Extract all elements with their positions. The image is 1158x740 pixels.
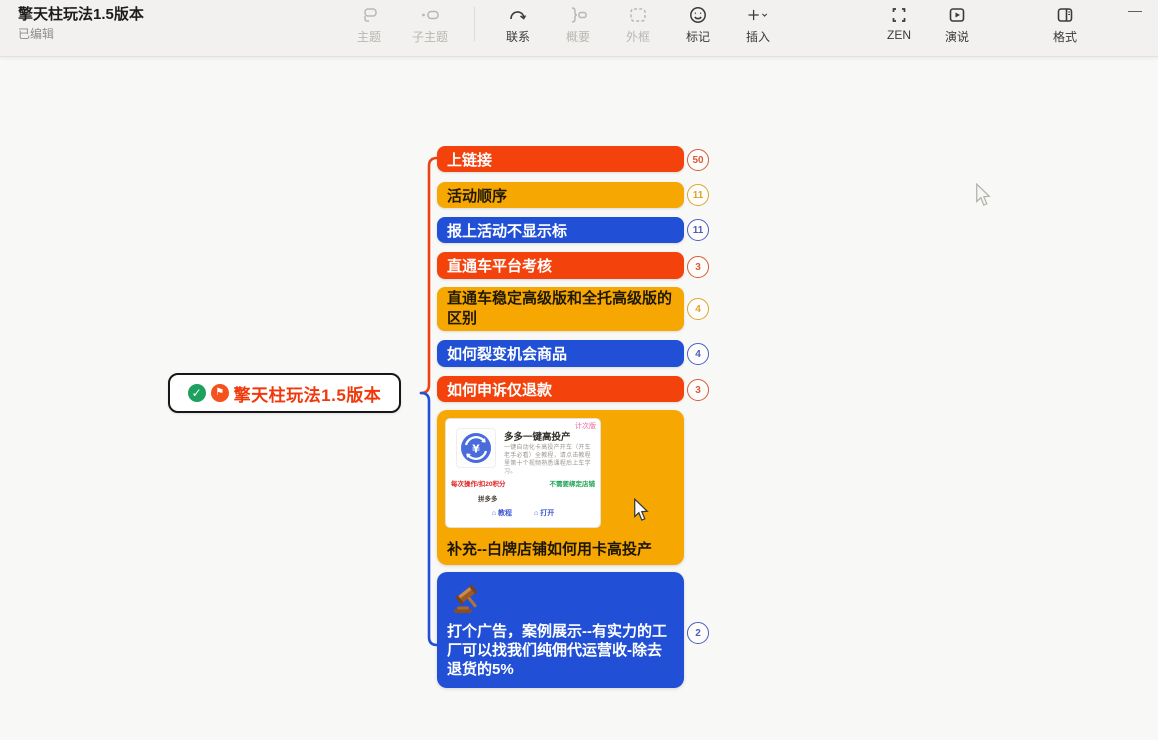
image-node-caption: 补充--白牌店铺如何用卡高投产 xyxy=(447,538,677,559)
toolbar-divider xyxy=(474,7,475,41)
flag-marker-icon[interactable]: ⚑ xyxy=(211,384,229,402)
toolbar-format-label: 格式 xyxy=(1053,28,1077,45)
embedded-image-card: 计次版 ¥ 多多一键高投产 一键自动化卡高投产开车（开车老手必看）全教程，请点击… xyxy=(445,418,601,528)
count-badge-1[interactable]: 50 xyxy=(687,149,709,171)
topic-node-2[interactable]: 活动顺序 xyxy=(437,182,684,208)
card-tag: 计次版 xyxy=(575,421,596,431)
toolbar-insert-button[interactable]: 插入 xyxy=(741,4,775,45)
app-logo-icon: ¥ xyxy=(456,428,496,468)
ad-node-text: 打个广告，案例展示--有实力的工厂可以找我们纯佣代运营收-除去退货的5% xyxy=(447,622,675,679)
toolbar-right: ZEN 演说 xyxy=(882,4,974,45)
topic-label: 直通车平台考核 xyxy=(447,255,552,276)
toolbar-topic-label: 主题 xyxy=(357,28,381,45)
document-title: 擎天柱玩法1.5版本 xyxy=(18,5,144,25)
present-icon xyxy=(946,4,968,26)
gavel-icon xyxy=(450,581,486,622)
subtopic-icon xyxy=(419,4,441,26)
check-marker-icon[interactable]: ✓ xyxy=(188,384,206,402)
topic-label: 如何裂变机会商品 xyxy=(447,343,567,364)
insert-icon xyxy=(747,4,769,26)
mouse-cursor xyxy=(632,498,650,522)
card-app-name: 多多一键高投产 xyxy=(504,429,571,443)
toolbar-boundary-label: 外框 xyxy=(626,28,650,45)
toolbar-format-group: 格式 xyxy=(1048,4,1082,45)
ghost-cursor xyxy=(974,183,992,207)
toolbar-present-label: 演说 xyxy=(945,28,969,45)
card-bind-note: 不需要绑定店铺 xyxy=(550,478,596,488)
count-badge-5[interactable]: 4 xyxy=(687,298,709,320)
toolbar-zen-label: ZEN xyxy=(887,28,911,42)
toolbar-relationship-label: 联系 xyxy=(506,28,530,45)
topic-label: 直通车稳定高级版和全托高级版的区别 xyxy=(447,289,674,329)
count-badge-3[interactable]: 11 xyxy=(687,219,709,241)
toolbar-summary-button[interactable]: 概要 xyxy=(561,4,595,45)
toolbar-subtopic-button[interactable]: 子主题 xyxy=(412,4,448,45)
count-badge-4[interactable]: 3 xyxy=(687,256,709,278)
svg-text:¥: ¥ xyxy=(472,443,480,456)
zen-icon xyxy=(888,4,910,26)
document-title-block: 擎天柱玩法1.5版本 已编辑 xyxy=(18,5,144,43)
topbar: 擎天柱玩法1.5版本 已编辑 主题 子主题 xyxy=(0,0,1158,57)
count-badge-6[interactable]: 4 xyxy=(687,343,709,365)
toolbar-center: 主题 子主题 联系 xyxy=(352,4,775,45)
count-badge-2[interactable]: 11 xyxy=(687,184,709,206)
summary-icon xyxy=(567,4,589,26)
topic-node-6[interactable]: 如何裂变机会商品 xyxy=(437,340,684,367)
count-badge-7[interactable]: 3 xyxy=(687,379,709,401)
topic-node-4[interactable]: 直通车平台考核 xyxy=(437,252,684,279)
topic-node-ad[interactable]: 打个广告，案例展示--有实力的工厂可以找我们纯佣代运营收-除去退货的5% xyxy=(437,572,684,688)
topic-label: 上链接 xyxy=(447,149,492,170)
toolbar-subtopic-label: 子主题 xyxy=(412,28,448,45)
format-icon xyxy=(1054,4,1076,26)
toolbar-zen-button[interactable]: ZEN xyxy=(882,4,916,42)
card-open-button[interactable]: ⌂打开 xyxy=(534,508,554,518)
toolbar-format-button[interactable]: 格式 xyxy=(1048,4,1082,45)
card-platform: 拼多多 xyxy=(478,493,498,503)
card-buttons: ⌂教程 ⌂打开 xyxy=(446,508,600,518)
relationship-icon xyxy=(507,4,529,26)
topic-node-5[interactable]: 直通车稳定高级版和全托高级版的区别 xyxy=(437,287,684,331)
toolbar-relationship-button[interactable]: 联系 xyxy=(501,4,535,45)
topic-node-image[interactable]: 计次版 ¥ 多多一键高投产 一键自动化卡高投产开车（开车老手必看）全教程，请点击… xyxy=(437,410,684,565)
topic-node-1[interactable]: 上链接 xyxy=(437,146,684,172)
document-status: 已编辑 xyxy=(18,25,144,43)
marker-icon xyxy=(687,4,709,26)
topic-node-7[interactable]: 如何申诉仅退款 xyxy=(437,376,684,402)
topic-icon xyxy=(358,4,380,26)
toolbar-topic-button[interactable]: 主题 xyxy=(352,4,386,45)
topic-label: 如何申诉仅退款 xyxy=(447,379,552,400)
home-icon: ⌂ xyxy=(534,510,538,517)
topic-label: 报上活动不显示标 xyxy=(447,220,567,241)
card-description: 一键自动化卡高投产开车（开车老手必看）全教程，请点击教程里第十个视频熟悉课程后上… xyxy=(504,444,596,476)
toolbar-summary-label: 概要 xyxy=(566,28,590,45)
topic-node-3[interactable]: 报上活动不显示标 xyxy=(437,217,684,243)
toolbar-insert-label: 插入 xyxy=(746,28,770,45)
card-cost-note: 每次操作/扣20积分 xyxy=(451,478,506,488)
toolbar-boundary-button[interactable]: 外框 xyxy=(621,4,655,45)
topic-label: 活动顺序 xyxy=(447,185,507,206)
mindmap-canvas[interactable]: ✓ ⚑ 擎天柱玩法1.5版本 上链接 活动顺序 报上活动不显示标 直通车平台考核… xyxy=(0,57,1158,740)
toolbar-present-button[interactable]: 演说 xyxy=(940,4,974,45)
home-icon: ⌂ xyxy=(492,510,496,517)
card-tutorial-button[interactable]: ⌂教程 xyxy=(492,508,512,518)
root-topic-label: 擎天柱玩法1.5版本 xyxy=(234,381,382,406)
root-topic-node[interactable]: ✓ ⚑ 擎天柱玩法1.5版本 xyxy=(168,373,401,413)
count-badge-8[interactable]: 2 xyxy=(687,622,709,644)
minimize-button[interactable]: — xyxy=(1128,2,1142,18)
boundary-icon xyxy=(627,4,649,26)
toolbar-marker-label: 标记 xyxy=(686,28,710,45)
toolbar-marker-button[interactable]: 标记 xyxy=(681,4,715,45)
